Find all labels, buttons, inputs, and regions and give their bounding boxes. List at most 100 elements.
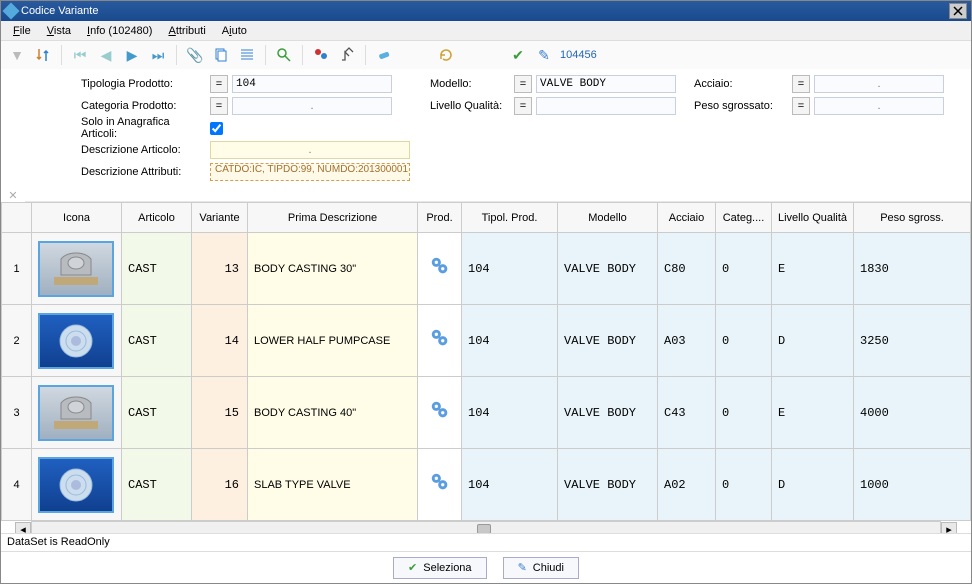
app-icon — [3, 3, 20, 20]
col-articolo[interactable]: Articolo — [122, 203, 192, 233]
part-thumbnail — [38, 313, 114, 369]
chiudi-button[interactable]: ✎ Chiudi — [503, 557, 579, 579]
cell-tipol: 104 — [462, 305, 558, 377]
peso-input[interactable] — [814, 97, 944, 115]
tipologia-op[interactable]: = — [210, 75, 228, 93]
nav-prev-icon[interactable]: ◀ — [96, 45, 116, 65]
list-icon[interactable] — [237, 45, 257, 65]
cell-variante: 16 — [192, 449, 248, 521]
col-categ[interactable]: Categ.... — [716, 203, 772, 233]
refresh-icon[interactable] — [436, 45, 456, 65]
col-icona[interactable]: Icona — [32, 203, 122, 233]
cell-categ: 0 — [716, 305, 772, 377]
table-row[interactable]: 4CAST16SLAB TYPE VALVE104VALVE BODYA020D… — [2, 449, 971, 521]
col-tipol[interactable]: Tipol. Prod. — [462, 203, 558, 233]
status-bar: DataSet is ReadOnly — [1, 533, 971, 551]
col-acciaio[interactable]: Acciaio — [658, 203, 716, 233]
menu-file[interactable]: File — [5, 23, 39, 39]
desc-attr-value: CATDO:IC, TIPDO:99, NUMDO:201300001, RIG… — [210, 163, 410, 181]
acciaio-input[interactable] — [814, 75, 944, 93]
nav-first-icon[interactable]: ⏮ — [70, 45, 90, 65]
row-number: 4 — [2, 449, 32, 521]
livello-op[interactable]: = — [514, 97, 532, 115]
cell-acciaio: C43 — [658, 377, 716, 449]
peso-label: Peso sgrossato: — [694, 100, 788, 112]
cell-tipol: 104 — [462, 233, 558, 305]
categoria-op[interactable]: = — [210, 97, 228, 115]
table-row[interactable]: 3CAST15BODY CASTING 40"104VALVE BODYC430… — [2, 377, 971, 449]
cell-livello: E — [772, 233, 854, 305]
cell-articolo: CAST — [122, 305, 192, 377]
cell-modello: VALVE BODY — [558, 233, 658, 305]
cell-variante: 13 — [192, 233, 248, 305]
col-desc[interactable]: Prima Descrizione — [248, 203, 418, 233]
col-rownum[interactable] — [2, 203, 32, 233]
cell-prod[interactable] — [418, 305, 462, 377]
categoria-input[interactable] — [232, 97, 392, 115]
table-row[interactable]: 2CAST14LOWER HALF PUMPCASE104VALVE BODYA… — [2, 305, 971, 377]
cell-desc: BODY CASTING 40" — [248, 377, 418, 449]
col-livello[interactable]: Livello Qualità — [772, 203, 854, 233]
menu-info[interactable]: Info (102480) — [79, 23, 160, 39]
part-thumbnail — [38, 241, 114, 297]
peso-op[interactable]: = — [792, 97, 810, 115]
cell-articolo: CAST — [122, 377, 192, 449]
scroll-right-icon[interactable]: ▸ — [941, 522, 957, 533]
col-variante[interactable]: Variante — [192, 203, 248, 233]
panel-close-icon[interactable]: ✕ — [1, 69, 25, 202]
copy-icon[interactable] — [211, 45, 231, 65]
eraser-icon[interactable] — [374, 45, 394, 65]
check-icon[interactable]: ✔ — [508, 45, 528, 65]
menu-vista[interactable]: Vista — [39, 23, 79, 39]
check-icon: ✔ — [408, 561, 417, 574]
col-peso[interactable]: Peso sgross. — [854, 203, 971, 233]
filter-icon[interactable]: ▼ — [7, 45, 27, 65]
nav-last-icon[interactable]: ⏭ — [148, 45, 168, 65]
window-title: Codice Variante — [21, 5, 98, 17]
menu-aiuto[interactable]: Aiuto — [214, 23, 255, 39]
cell-livello: D — [772, 305, 854, 377]
export-up-icon[interactable] — [337, 45, 357, 65]
scroll-thumb[interactable] — [477, 524, 491, 533]
cell-modello: VALVE BODY — [558, 305, 658, 377]
col-modello[interactable]: Modello — [558, 203, 658, 233]
scroll-left-icon[interactable]: ◂ — [15, 522, 31, 533]
search-icon[interactable] — [274, 45, 294, 65]
color-balls-icon[interactable] — [311, 45, 331, 65]
h-scrollbar[interactable]: ◂ ▸ — [31, 521, 941, 533]
menu-attributi[interactable]: Attributi — [160, 23, 213, 39]
row-number: 1 — [2, 233, 32, 305]
cell-desc: LOWER HALF PUMPCASE — [248, 305, 418, 377]
cell-prod[interactable] — [418, 377, 462, 449]
acciaio-op[interactable]: = — [792, 75, 810, 93]
cell-acciaio: A03 — [658, 305, 716, 377]
chiudi-label: Chiudi — [533, 562, 564, 574]
cell-modello: VALVE BODY — [558, 377, 658, 449]
livello-input[interactable] — [536, 97, 676, 115]
table-row[interactable]: 1CAST13BODY CASTING 30"104VALVE BODYC800… — [2, 233, 971, 305]
modello-input[interactable] — [536, 75, 676, 93]
pencil-icon[interactable]: ✎ — [534, 45, 554, 65]
cell-tipol: 104 — [462, 449, 558, 521]
col-prod[interactable]: Prod. — [418, 203, 462, 233]
cell-prod[interactable] — [418, 233, 462, 305]
solo-checkbox[interactable] — [210, 122, 223, 135]
modello-label: Modello: — [430, 78, 510, 90]
close-window-button[interactable] — [949, 3, 967, 19]
sort-toggle-icon[interactable] — [33, 45, 53, 65]
attach-icon[interactable]: 📎 — [185, 45, 205, 65]
cell-prod[interactable] — [418, 449, 462, 521]
cell-livello: E — [772, 377, 854, 449]
modello-op[interactable]: = — [514, 75, 532, 93]
cell-categ: 0 — [716, 449, 772, 521]
categoria-label: Categoria Prodotto: — [81, 100, 206, 112]
desc-art-input[interactable] — [210, 141, 410, 159]
tipologia-input[interactable] — [232, 75, 392, 93]
toolbar-link[interactable]: 104456 — [560, 49, 597, 61]
menu-file-label: ile — [20, 25, 31, 37]
nav-next-icon[interactable]: ▶ — [122, 45, 142, 65]
desc-art-label: Descrizione Articolo: — [81, 144, 206, 156]
seleziona-button[interactable]: ✔ Seleziona — [393, 557, 487, 579]
row-number: 2 — [2, 305, 32, 377]
gears-icon — [429, 260, 451, 282]
